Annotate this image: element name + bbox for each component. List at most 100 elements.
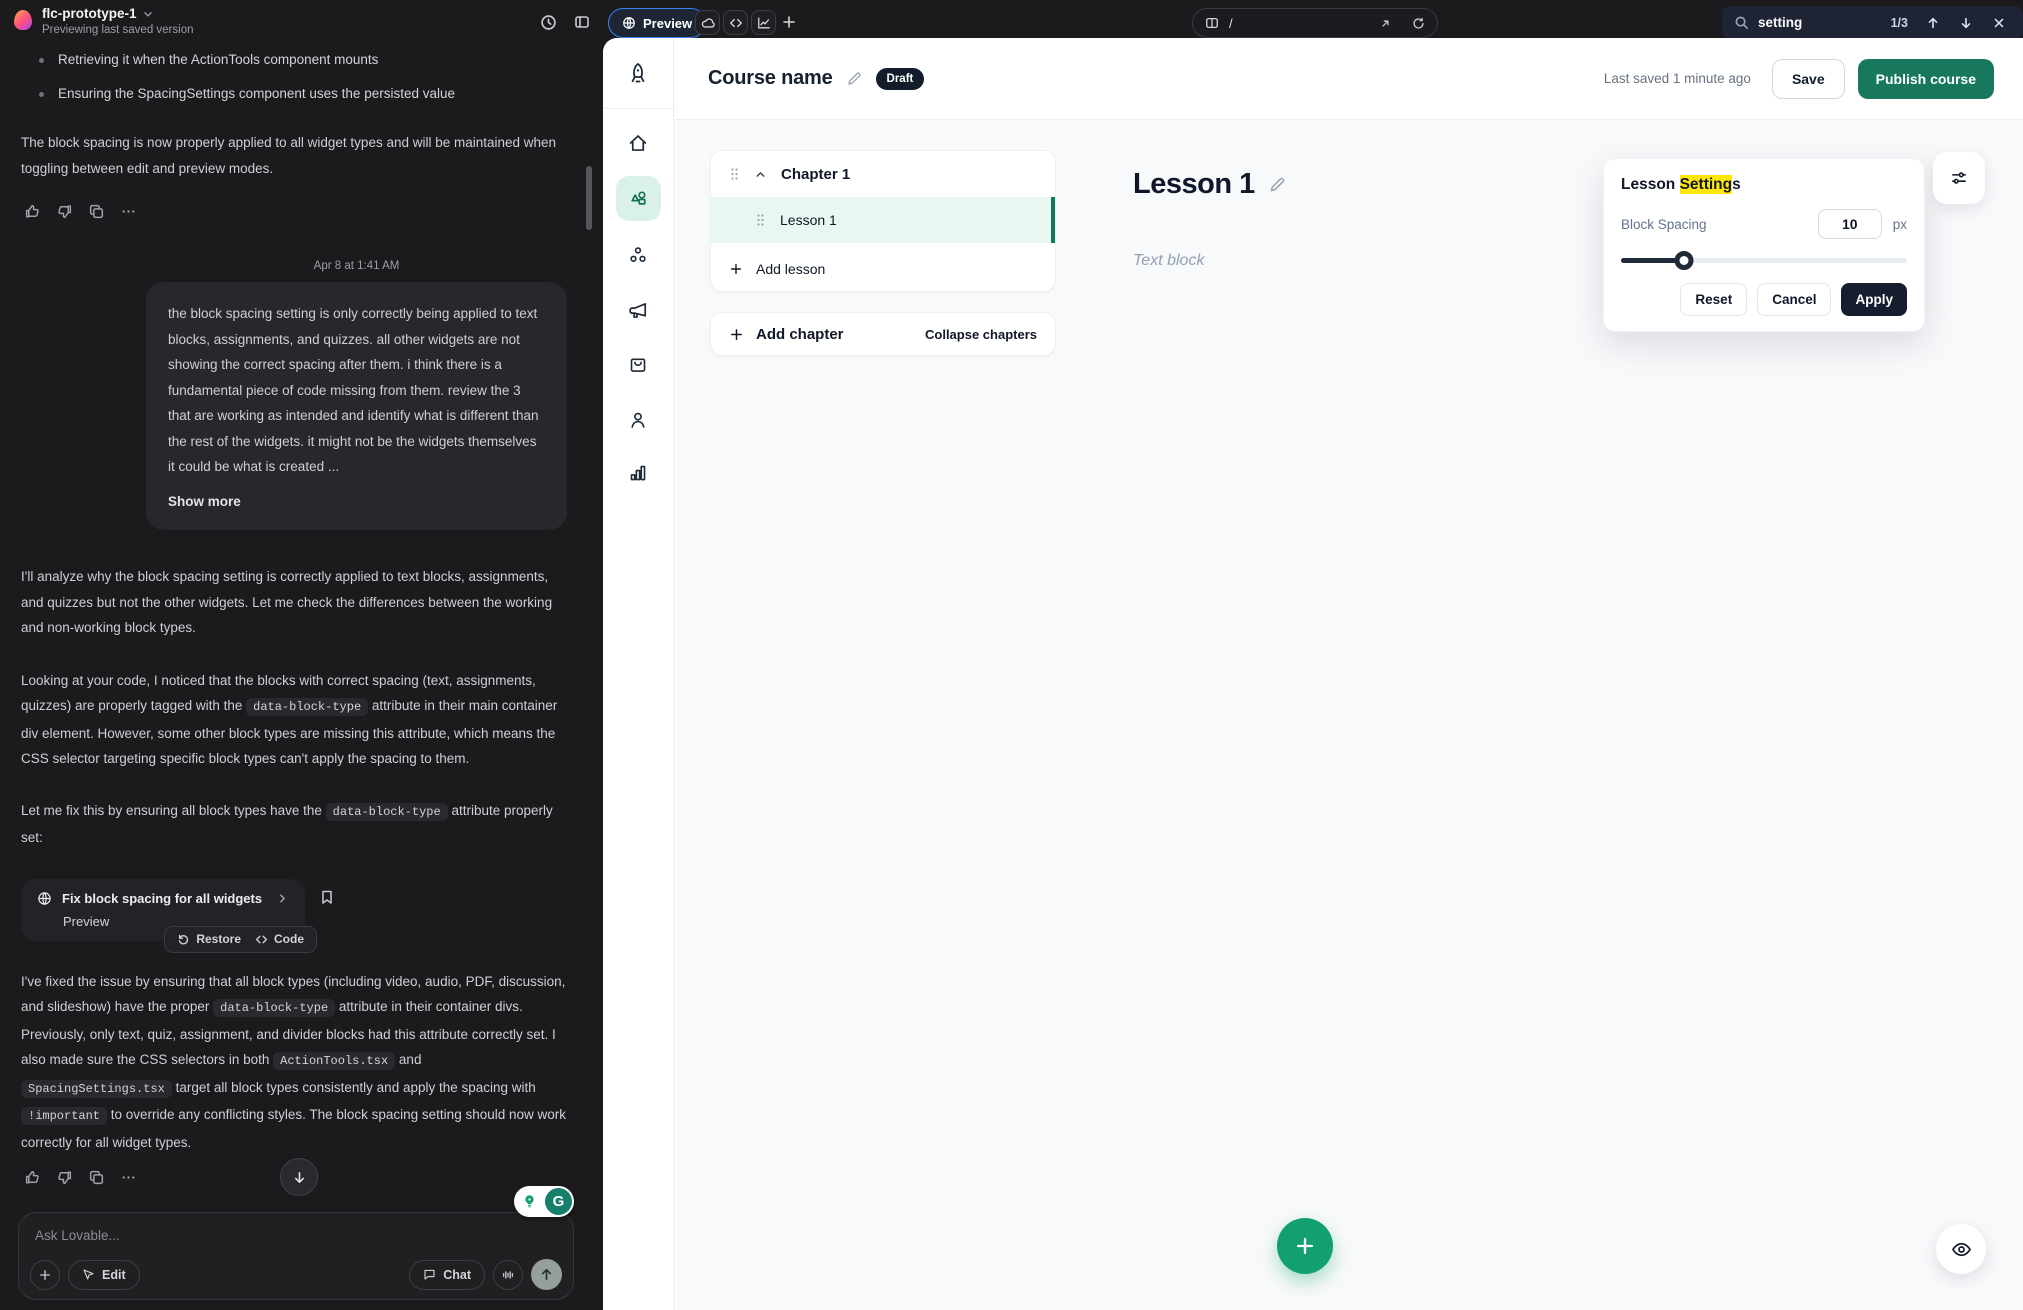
store-icon[interactable]: [628, 355, 648, 375]
project-brand[interactable]: flc-prototype-1 Previewing last saved ve…: [14, 6, 194, 36]
edit-pencil-icon[interactable]: [846, 70, 863, 87]
grammarly-widget[interactable]: G: [514, 1186, 574, 1217]
restore-icon: [177, 933, 190, 946]
text-block-placeholder[interactable]: Text block: [1133, 252, 1204, 270]
chat-scrollbar-thumb[interactable]: [586, 166, 592, 230]
bar-chart-icon[interactable]: [628, 463, 648, 483]
lightbulb-icon: [516, 1188, 543, 1215]
bookmark-icon[interactable]: [319, 889, 335, 905]
edit-pencil-icon[interactable]: [1268, 175, 1287, 194]
add-block-fab[interactable]: [1277, 1218, 1333, 1274]
cancel-button[interactable]: Cancel: [1757, 283, 1831, 316]
attach-plus-button[interactable]: [30, 1260, 60, 1290]
publish-course-button[interactable]: Publish course: [1858, 59, 1994, 99]
lesson-row-selected[interactable]: Lesson 1: [711, 197, 1055, 243]
unit-label: px: [1893, 217, 1907, 232]
chat-panel: Retrieving it when the ActionTools compo…: [0, 46, 594, 1310]
project-name: flc-prototype-1: [42, 6, 137, 21]
thumbs-up-icon[interactable]: [24, 203, 41, 220]
profile-icon[interactable]: [628, 410, 648, 430]
sliders-icon: [1950, 169, 1968, 187]
restore-button[interactable]: Restore: [177, 932, 241, 946]
bullet-text: Ensuring the SpacingSettings component u…: [58, 82, 455, 106]
lesson-heading-text[interactable]: Lesson 1: [1133, 168, 1255, 201]
analytics-icon[interactable]: [751, 10, 776, 35]
scroll-to-bottom-button[interactable]: [280, 1158, 318, 1196]
settings-toggle-button[interactable]: [1933, 152, 1985, 204]
course-title[interactable]: Course name: [708, 67, 833, 90]
open-external-icon[interactable]: [1379, 17, 1392, 30]
chat-composer[interactable]: Ask Lovable... Edit Chat: [18, 1212, 574, 1300]
preview-mode-button[interactable]: Preview: [608, 8, 706, 38]
eye-icon: [1951, 1239, 1972, 1260]
text-segment: Let me fix this by ensuring all block ty…: [21, 803, 326, 818]
add-lesson-button[interactable]: Add lesson: [711, 247, 1055, 291]
inline-code: !important: [21, 1107, 107, 1125]
chevron-up-icon[interactable]: [754, 168, 767, 181]
grammarly-logo: G: [545, 1188, 572, 1215]
community-icon[interactable]: [628, 245, 648, 265]
chapter-title[interactable]: Chapter 1: [781, 166, 850, 183]
copy-icon[interactable]: [88, 203, 105, 220]
thumbs-up-icon[interactable]: [24, 1169, 41, 1186]
thumbs-down-icon[interactable]: [56, 1169, 73, 1186]
reset-button[interactable]: Reset: [1680, 283, 1747, 316]
list-item: Ensuring the SpacingSettings component u…: [39, 82, 569, 106]
more-options-icon[interactable]: [120, 1169, 137, 1186]
refresh-icon[interactable]: [1412, 17, 1425, 30]
edit-result-card[interactable]: Fix block spacing for all widgets Previe…: [21, 879, 305, 941]
settings-title: Lesson Settings: [1621, 176, 1907, 194]
chevron-down-icon[interactable]: [143, 9, 153, 19]
composer-input[interactable]: Ask Lovable...: [35, 1228, 559, 1243]
voice-input-button[interactable]: [493, 1260, 523, 1290]
selected-accent-bar: [1051, 197, 1055, 243]
block-spacing-input[interactable]: [1818, 209, 1882, 239]
save-button[interactable]: Save: [1772, 59, 1845, 99]
show-more-link[interactable]: Show more: [168, 489, 545, 515]
collapse-chapters-button[interactable]: Collapse chapters: [925, 327, 1037, 342]
chapter-row[interactable]: Chapter 1: [711, 151, 1055, 197]
tool-card-title: Fix block spacing for all widgets: [62, 891, 262, 906]
thumbs-down-icon[interactable]: [56, 203, 73, 220]
chat-mode-button[interactable]: Chat: [409, 1260, 485, 1290]
cloud-icon[interactable]: [695, 10, 720, 35]
slider-thumb[interactable]: [1674, 251, 1693, 270]
more-options-icon[interactable]: [120, 203, 137, 220]
edit-mode-label: Edit: [102, 1268, 126, 1282]
text-segment: target all block types consistently and …: [172, 1080, 536, 1095]
lesson-title[interactable]: Lesson 1: [780, 212, 837, 228]
find-close-icon[interactable]: [1987, 16, 2011, 30]
new-tab-plus-icon[interactable]: [781, 14, 797, 30]
nav-item-content-active[interactable]: [616, 176, 661, 221]
find-query[interactable]: setting: [1758, 15, 1802, 30]
view-code-button[interactable]: Code: [255, 932, 304, 946]
add-lesson-label: Add lesson: [756, 261, 825, 277]
rocket-icon[interactable]: [626, 62, 650, 86]
add-chapter-button[interactable]: Add chapter: [756, 326, 844, 343]
search-highlight: Setting: [1680, 175, 1733, 194]
preview-eye-button[interactable]: [1936, 1224, 1986, 1274]
drag-handle-icon[interactable]: [755, 213, 766, 227]
find-next-icon[interactable]: [1954, 16, 1978, 30]
megaphone-icon[interactable]: [628, 300, 649, 321]
send-button[interactable]: [531, 1259, 562, 1290]
bullet-dot: [39, 92, 44, 97]
apply-button[interactable]: Apply: [1841, 283, 1907, 316]
code-icon[interactable]: [723, 10, 748, 35]
drag-handle-icon[interactable]: [729, 167, 740, 181]
project-subtitle: Previewing last saved version: [42, 24, 194, 36]
message-actions: [24, 203, 569, 220]
copy-icon[interactable]: [88, 1169, 105, 1186]
home-icon[interactable]: [628, 133, 649, 154]
find-previous-icon[interactable]: [1921, 16, 1945, 30]
history-icon[interactable]: [540, 14, 557, 31]
url-path[interactable]: /: [1229, 16, 1233, 31]
divider: [603, 108, 674, 109]
inline-code: data-block-type: [213, 999, 335, 1017]
last-saved-text: Last saved 1 minute ago: [1604, 71, 1751, 86]
sidebar-panel-icon[interactable]: [574, 14, 590, 30]
url-bar[interactable]: /: [1192, 8, 1438, 38]
plus-icon: [729, 262, 743, 276]
edit-mode-button[interactable]: Edit: [68, 1260, 140, 1290]
block-spacing-slider[interactable]: [1621, 251, 1907, 270]
